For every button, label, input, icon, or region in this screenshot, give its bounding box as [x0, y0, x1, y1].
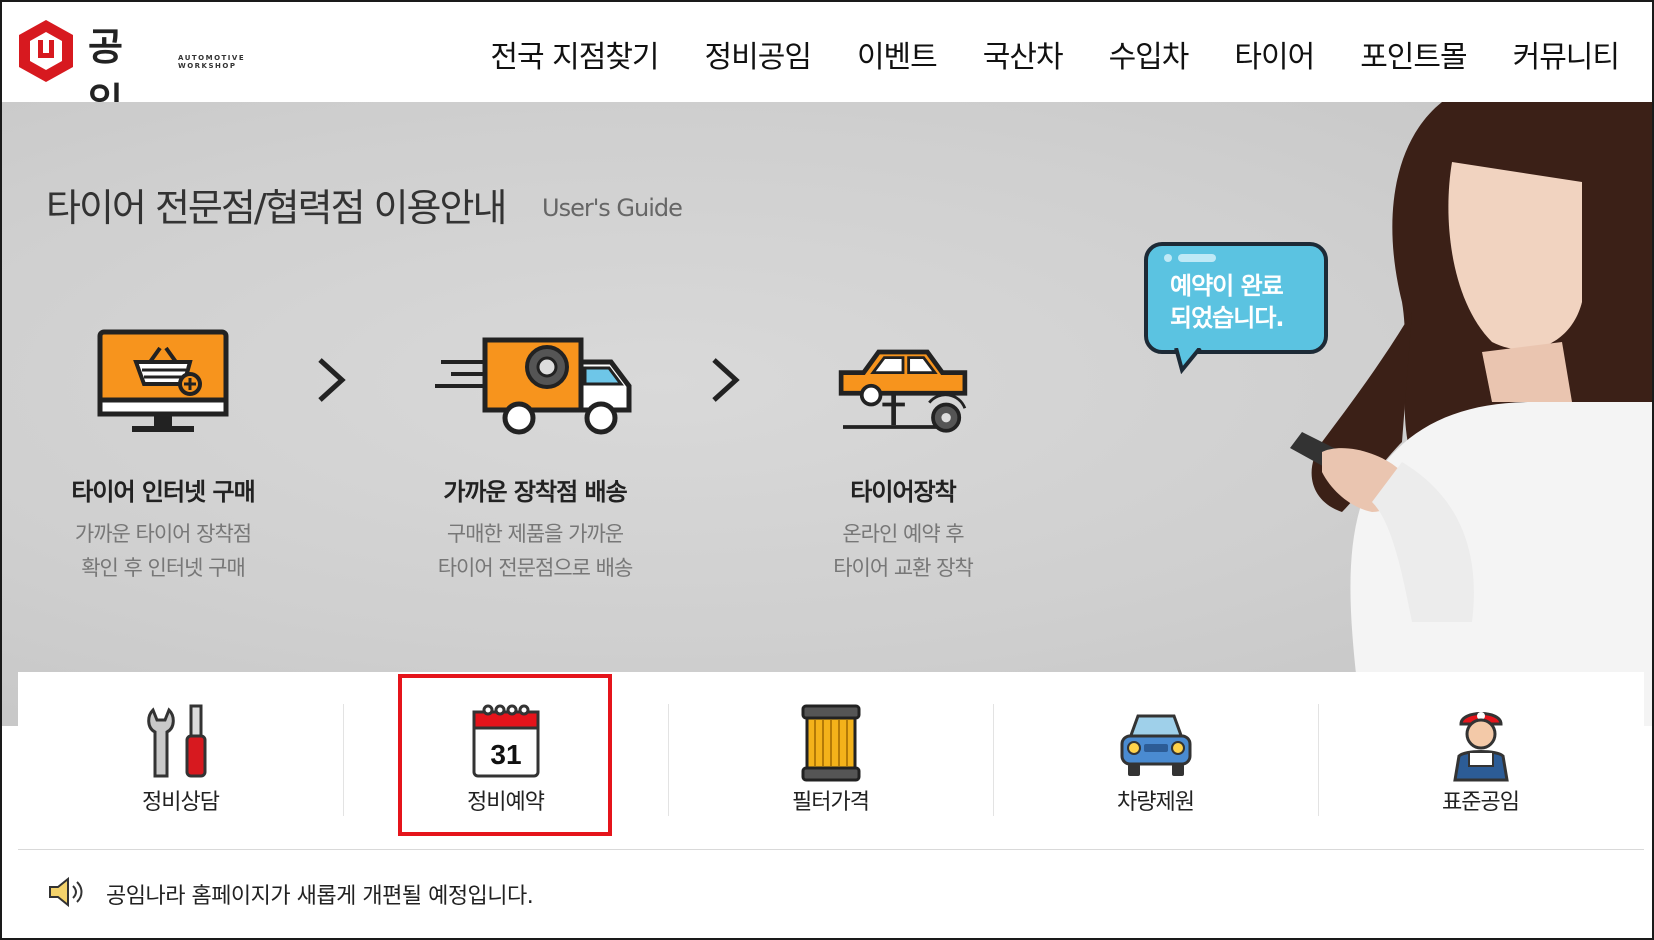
quick-menu-item-standard-labor[interactable]: 표준공임 — [1318, 672, 1643, 842]
nav-community[interactable]: 커뮤니티 — [1490, 32, 1642, 76]
nav-event[interactable]: 이벤트 — [834, 32, 960, 76]
hero-title: 타이어 전문점/협력점 이용안내 — [46, 186, 507, 230]
quick-menu-item-reservation[interactable]: 31 정비예약 — [343, 672, 668, 842]
page-frame: 공임나라 AUTOMOTIVE WORKSHOP 전국 지점찾기 정비공임 이벤… — [0, 0, 1654, 940]
quick-menu-label: 정비상담 — [142, 790, 220, 815]
hero-subtitle: User's Guide — [542, 194, 683, 222]
bubble-line: 되었습니다. — [1170, 304, 1285, 332]
nav-domestic-car[interactable]: 국산차 — [960, 32, 1086, 76]
nav-imported-car[interactable]: 수입차 — [1086, 32, 1212, 76]
woman-with-phone-image — [1290, 102, 1652, 726]
chevron-right-icon — [318, 358, 346, 402]
bubble-message: 예약이 완료 되었습니다. — [1170, 270, 1320, 334]
mechanic-icon — [1452, 712, 1509, 782]
oil-filter-icon — [801, 704, 860, 782]
notice-bar: 공임나라 홈페이지가 새롭게 개편될 예정입니다. — [18, 850, 1644, 936]
quick-menu-item-filter-price[interactable]: 필터가격 — [668, 672, 993, 842]
site-logo[interactable]: 공임나라 AUTOMOTIVE WORKSHOP — [16, 16, 244, 234]
speech-bubble: 예약이 완료 되었습니다. — [1144, 242, 1328, 354]
speaker-icon — [49, 876, 83, 908]
step-tire-install: 타이어장착 온라인 예약 후 타이어 교환 장착 — [778, 322, 1028, 585]
quick-menu: 정비상담 31 정비예약 필터가격 차량제원 표준공임 — [18, 672, 1644, 850]
bubble-tail-icon — [1174, 348, 1202, 374]
quick-menu-label: 차량제원 — [1117, 790, 1195, 815]
step-title: 타이어 인터넷 구매 — [71, 478, 255, 506]
step-description: 구매한 제품을 가까운 타이어 전문점으로 배송 — [410, 517, 660, 585]
quick-menu-item-car-specs[interactable]: 차량제원 — [993, 672, 1318, 842]
car-front-icon — [1120, 714, 1191, 776]
step-desc-line: 구매한 제품을 가까운 — [446, 522, 624, 546]
step-delivery: 가까운 장착점 배송 구매한 제품을 가까운 타이어 전문점으로 배송 — [410, 322, 660, 585]
notice-text[interactable]: 공임나라 홈페이지가 새롭게 개편될 예정입니다. — [106, 878, 534, 910]
step-desc-line: 확인 후 인터넷 구매 — [81, 556, 246, 580]
main-nav: 전국 지점찾기 정비공임 이벤트 국산차 수입차 타이어 포인트몰 커뮤니티 — [467, 32, 1642, 76]
step-title: 타이어장착 — [850, 478, 956, 506]
logo-hexagon-icon — [19, 20, 73, 82]
step-desc-line: 타이어 전문점으로 배송 — [437, 556, 634, 580]
nav-branch-finder[interactable]: 전국 지점찾기 — [467, 32, 681, 76]
hero-banner: 타이어 전문점/협력점 이용안내 User's Guide 타이어 인터넷 구매… — [2, 102, 1652, 726]
nav-labor-cost[interactable]: 정비공임 — [682, 32, 834, 76]
nav-point-mall[interactable]: 포인트몰 — [1337, 32, 1489, 76]
chevron-right-icon — [712, 358, 740, 402]
site-header: 공임나라 AUTOMOTIVE WORKSHOP 전국 지점찾기 정비공임 이벤… — [2, 2, 1652, 234]
bubble-line: 예약이 완료 — [1170, 272, 1284, 300]
step-internet-purchase: 타이어 인터넷 구매 가까운 타이어 장착점 확인 후 인터넷 구매 — [38, 322, 288, 585]
car-lift-icon — [838, 349, 968, 433]
calendar-icon: 31 — [472, 704, 539, 778]
bubble-dots-icon — [1164, 254, 1216, 262]
step-desc-line: 온라인 예약 후 — [842, 522, 964, 546]
step-desc-line: 가까운 타이어 장착점 — [74, 522, 252, 546]
quick-menu-label: 필터가격 — [792, 790, 870, 815]
step-title: 가까운 장착점 배송 — [443, 478, 627, 506]
wrench-screwdriver-icon — [146, 704, 206, 778]
quick-menu-item-consult[interactable]: 정비상담 — [18, 672, 343, 842]
delivery-truck-icon — [435, 337, 632, 435]
quick-menu-label: 표준공임 — [1442, 790, 1520, 815]
quick-menu-label: 정비예약 — [467, 790, 545, 815]
monitor-cart-icon — [97, 329, 229, 432]
calendar-day: 31 — [490, 739, 521, 770]
step-desc-line: 타이어 교환 장착 — [833, 556, 974, 580]
step-description: 가까운 타이어 장착점 확인 후 인터넷 구매 — [38, 517, 288, 585]
step-description: 온라인 예약 후 타이어 교환 장착 — [778, 517, 1028, 585]
brand-subtitle: AUTOMOTIVE WORKSHOP — [178, 54, 246, 70]
nav-tire[interactable]: 타이어 — [1211, 32, 1337, 76]
